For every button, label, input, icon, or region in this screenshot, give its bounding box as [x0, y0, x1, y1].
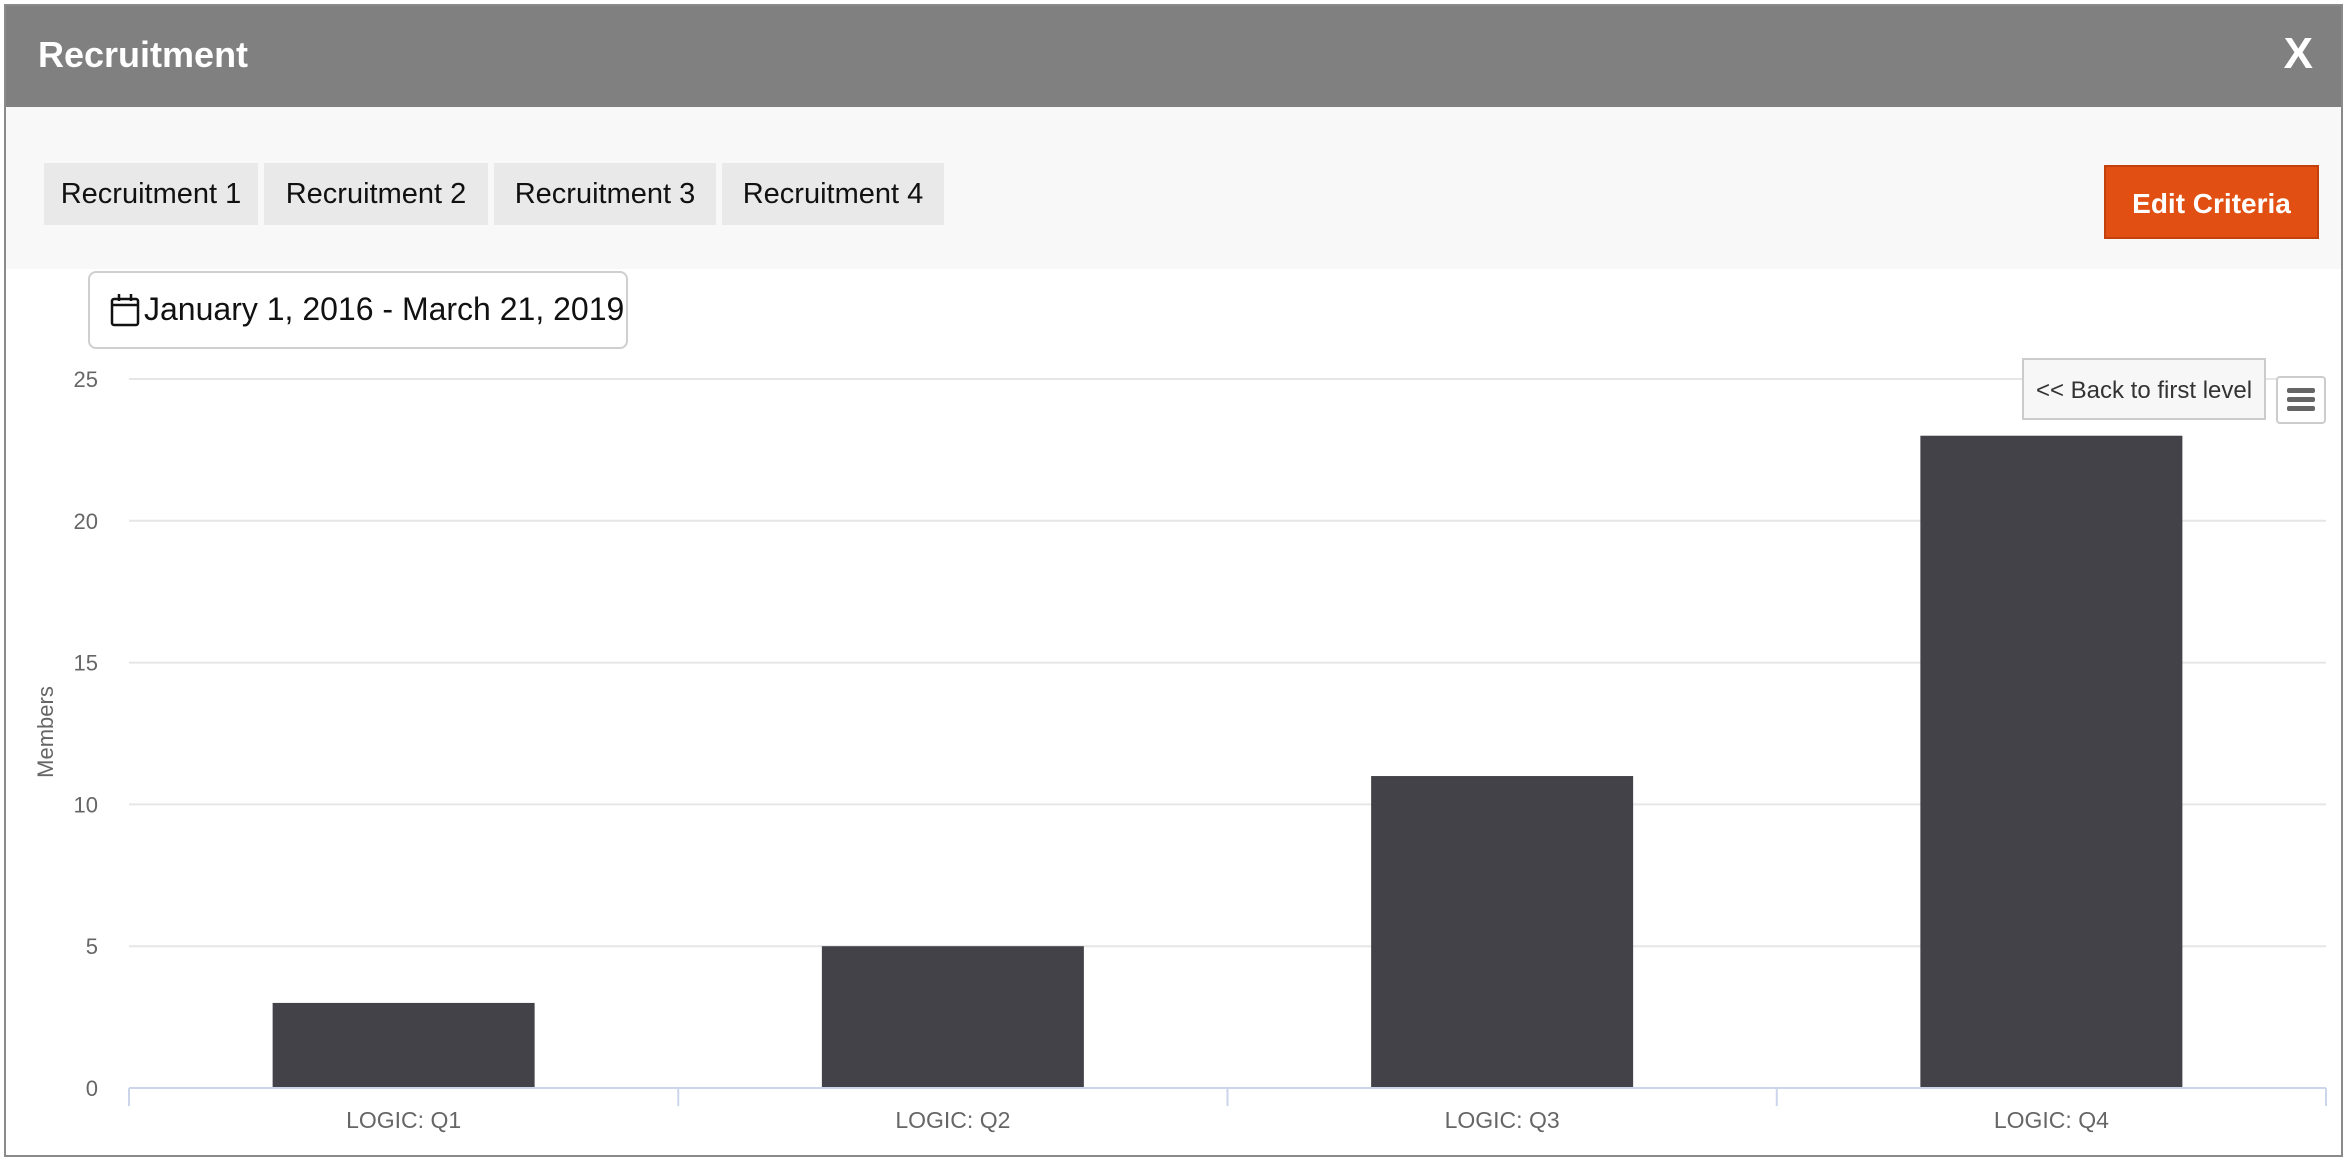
x-tick-label: LOGIC: Q2	[895, 1107, 1010, 1133]
y-axis-label: Members	[33, 686, 58, 778]
bar-logic-q4[interactable]	[1920, 435, 2183, 1089]
y-tick-label: 25	[74, 367, 98, 392]
y-tick-label: 20	[74, 509, 98, 534]
bar-logic-q3[interactable]	[1371, 776, 1634, 1088]
bar-chart: 0510152025 LOGIC: Q1 LOGIC: Q2 LOGIC: Q3 LO…	[33, 367, 2327, 1133]
chart-bars	[272, 435, 2183, 1089]
x-axis-tick-labels: LOGIC: Q1 LOGIC: Q2 LOGIC: Q3 LOGIC: Q4	[346, 1107, 2109, 1133]
y-tick-label: 5	[86, 934, 98, 959]
back-to-first-level-button[interactable]: << Back to first level	[2022, 358, 2266, 420]
x-tick-label: LOGIC: Q1	[346, 1107, 461, 1133]
hamburger-menu-icon-line	[2287, 406, 2315, 411]
y-tick-label: 0	[86, 1076, 98, 1101]
hamburger-menu-icon	[2287, 388, 2315, 393]
bar-logic-q2[interactable]	[821, 946, 1084, 1088]
x-axis	[128, 1087, 2327, 1106]
chart-menu-button[interactable]	[2276, 376, 2326, 424]
y-axis-tick-labels: 0 5 10 15 20 25	[74, 367, 98, 1101]
recruitment-modal: Recruitment X Recruitment 1 Recruitment …	[4, 4, 2343, 1157]
y-tick-label: 10	[74, 792, 98, 817]
x-tick-label: LOGIC: Q3	[1445, 1107, 1560, 1133]
hamburger-menu-icon-line	[2287, 397, 2315, 402]
bar-logic-q1[interactable]	[272, 1002, 535, 1088]
y-tick-label: 15	[74, 651, 98, 676]
x-tick-label: LOGIC: Q4	[1994, 1107, 2109, 1133]
